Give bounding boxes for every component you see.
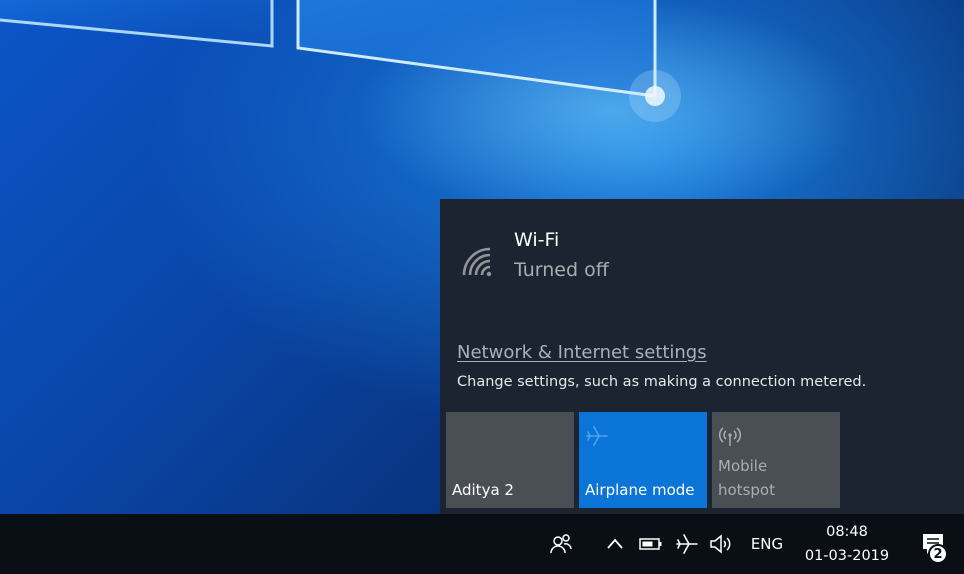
tile-label: Aditya 2 (452, 481, 514, 499)
people-button[interactable] (544, 514, 578, 574)
clock-button[interactable]: 08:48 01-03-2019 (796, 514, 898, 574)
tile-label-line2: hotspot (718, 481, 775, 499)
volume-button[interactable] (706, 514, 738, 574)
network-settings-link[interactable]: Network & Internet settings (457, 342, 707, 363)
chevron-up-icon (607, 538, 623, 549)
wifi-toggle[interactable]: Wi-Fi Turned off (460, 227, 860, 287)
airplane-mode-tile[interactable]: Airplane mode (579, 412, 707, 508)
clock-time: 08:48 (826, 524, 868, 540)
tile-label: Mobile hotspot (718, 454, 775, 502)
tile-label-line1: Mobile (718, 457, 768, 475)
airplane-icon (676, 534, 698, 554)
network-settings-description: Change settings, such as making a connec… (457, 374, 867, 390)
show-hidden-icons-button[interactable] (600, 514, 630, 574)
network-flyout: Wi-Fi Turned off Network & Internet sett… (440, 199, 964, 514)
input-language-button[interactable]: ENG (744, 514, 790, 574)
clock-date: 01-03-2019 (804, 548, 890, 564)
taskbar: ENG 08:48 01-03-2019 2 (0, 514, 964, 574)
volume-icon (710, 534, 731, 554)
network-tile-aditya[interactable]: Aditya 2 (446, 412, 574, 508)
airplane-mode-tray-button[interactable] (672, 514, 702, 574)
quick-action-tiles: Aditya 2 Airplane mode Mobile hotspot (446, 412, 842, 508)
wifi-title: Wi-Fi (514, 229, 560, 251)
airplane-icon (586, 426, 608, 446)
people-icon (550, 534, 572, 554)
wifi-off-icon (462, 247, 492, 277)
battery-button[interactable] (636, 514, 666, 574)
hotspot-icon (718, 427, 742, 446)
action-center-button[interactable]: 2 (908, 514, 958, 574)
notification-count-badge: 2 (928, 544, 948, 564)
battery-icon (639, 538, 662, 550)
tile-label: Airplane mode (585, 481, 695, 499)
mobile-hotspot-tile[interactable]: Mobile hotspot (712, 412, 840, 508)
logo-pane-right (298, 0, 655, 96)
wifi-status: Turned off (514, 259, 609, 281)
